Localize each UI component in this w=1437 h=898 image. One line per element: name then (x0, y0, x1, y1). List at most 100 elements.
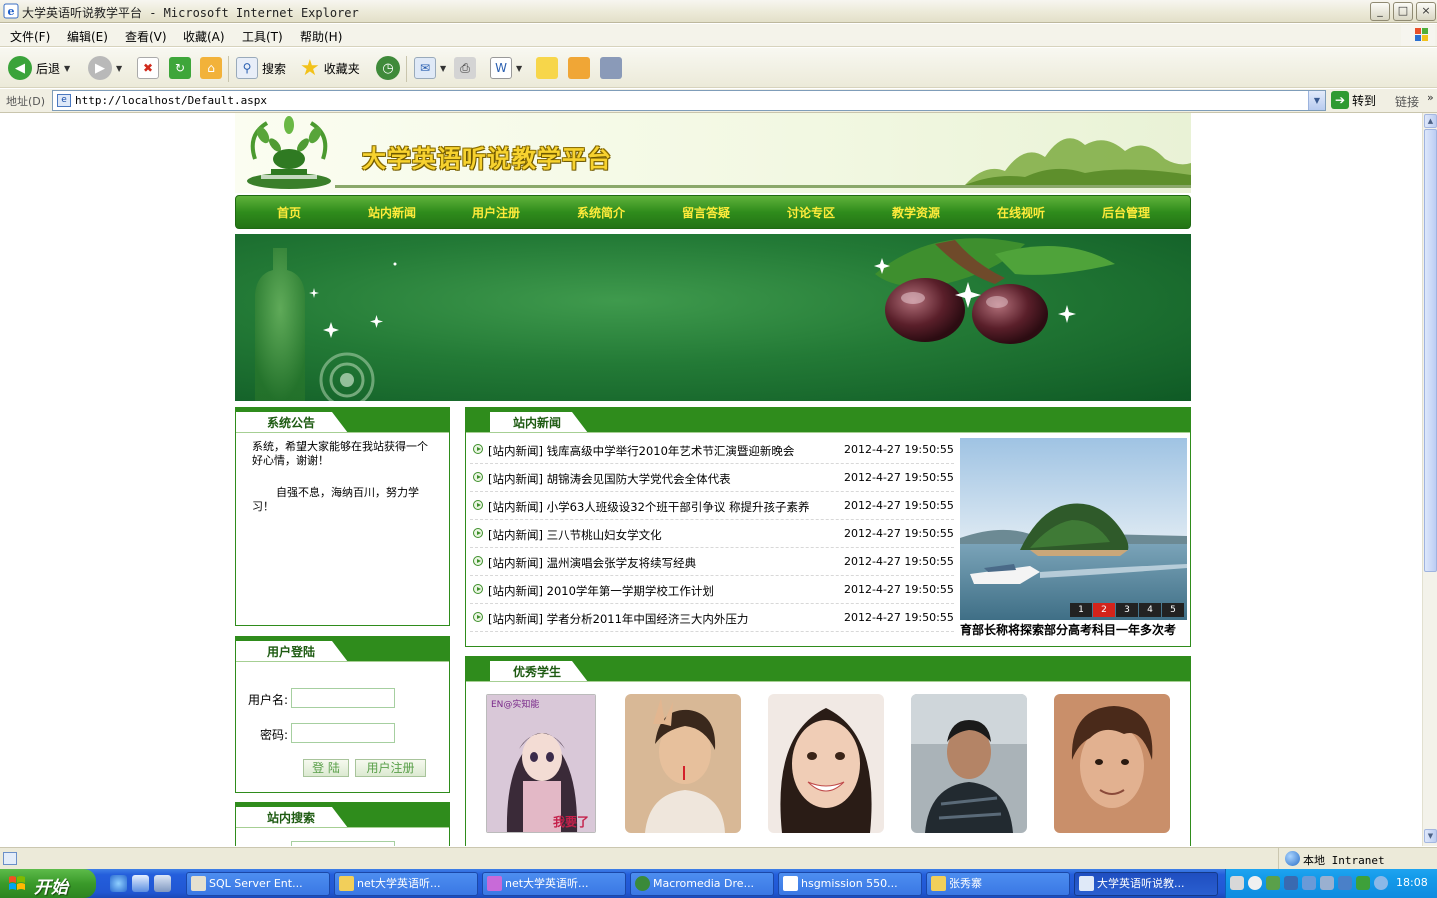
shield-icon[interactable] (1356, 876, 1370, 890)
menu-view[interactable]: 查看(V) (125, 28, 167, 45)
register-button[interactable]: 用户注册 (355, 759, 426, 777)
vertical-scrollbar[interactable]: ▲ ▼ (1422, 113, 1437, 846)
chevron-left-icon[interactable] (1248, 876, 1262, 890)
menu-help[interactable]: 帮助(H) (300, 28, 342, 45)
back-dropdown-icon[interactable]: ▼ (64, 64, 70, 73)
chevron-right-icon[interactable]: » (1427, 91, 1434, 104)
back-button[interactable]: ◀ 后退 ▼ (8, 54, 70, 82)
news-item[interactable]: [站内新闻] 温州演唱会张学友将续写经典 2012-4-27 19:50:55 (470, 548, 954, 576)
edit-button[interactable]: W ▼ (490, 54, 522, 82)
task-label: SQL Server Ent... (209, 877, 303, 890)
student-photo[interactable] (1054, 694, 1170, 833)
news-item[interactable]: [站内新闻] 胡锦涛会见国防大学党代会全体代表 2012-4-27 19:50:5… (470, 464, 954, 492)
news-item[interactable]: [站内新闻] 钱库高级中学举行2010年艺术节汇演暨迎新晚会 2012-4-27 … (470, 436, 954, 464)
news-item-title[interactable]: [站内新闻] 2010学年第一学期学校工作计划 (488, 583, 714, 599)
task-document[interactable]: hsgmission 550... (778, 872, 922, 896)
news-item-title[interactable]: [站内新闻] 三八节桃山妇女学文化 (488, 527, 662, 543)
student-photo[interactable]: EN@实知能 我要了 (486, 694, 596, 833)
slideshow-page-3[interactable]: 3 (1116, 603, 1138, 617)
news-slideshow[interactable]: 1 2 3 4 5 (960, 438, 1187, 620)
discuss-button[interactable] (536, 54, 558, 82)
task-zhang[interactable]: 张秀寨 (926, 872, 1070, 896)
nav-media[interactable]: 在线视听 (997, 204, 1045, 221)
slideshow-caption[interactable]: 育部长称将探索部分高考科目一年多次考 (960, 621, 1187, 637)
nav-about[interactable]: 系统简介 (577, 204, 625, 221)
address-dropdown-icon[interactable]: ▼ (1308, 91, 1325, 110)
mail-dropdown-icon[interactable]: ▼ (440, 64, 446, 73)
menu-file[interactable]: 文件(F) (10, 28, 50, 45)
keyboard-icon[interactable] (1230, 876, 1244, 890)
note-icon (536, 57, 558, 79)
news-item-title[interactable]: [站内新闻] 学者分析2011年中国经济三大内外压力 (488, 611, 748, 627)
tray-app-icon[interactable] (1266, 876, 1280, 890)
research-button[interactable] (568, 54, 590, 82)
task-sqlserver[interactable]: SQL Server Ent... (186, 872, 330, 896)
menu-edit[interactable]: 编辑(E) (67, 28, 108, 45)
stop-button[interactable]: ✖ (137, 54, 159, 82)
edit-dropdown-icon[interactable]: ▼ (516, 64, 522, 73)
nav-admin[interactable]: 后台管理 (1102, 204, 1150, 221)
username-input[interactable] (291, 688, 395, 708)
refresh-button[interactable]: ↻ (169, 54, 191, 82)
nav-news[interactable]: 站内新闻 (368, 204, 416, 221)
address-input[interactable]: e http://localhost/Default.aspx ▼ (52, 90, 1326, 111)
print-button[interactable]: ⎙ (454, 54, 476, 82)
tray-app-icon[interactable] (1320, 876, 1334, 890)
news-item-title[interactable]: [站内新闻] 小学63人班级设32个班干部引争议 称提升孩子素养 (488, 499, 810, 515)
start-button[interactable]: 开始 (0, 869, 96, 898)
slideshow-page-5[interactable]: 5 (1162, 603, 1184, 617)
search-button[interactable]: ⚲ 搜索 (236, 54, 286, 82)
nav-register[interactable]: 用户注册 (472, 204, 520, 221)
news-item[interactable]: [站内新闻] 小学63人班级设32个班干部引争议 称提升孩子素养 2012-4-2… (470, 492, 954, 520)
close-button[interactable]: × (1416, 2, 1436, 21)
maximize-button[interactable]: □ (1393, 2, 1413, 21)
quicklaunch-ie-icon[interactable] (110, 875, 127, 892)
news-item-title[interactable]: [站内新闻] 胡锦涛会见国防大学党代会全体代表 (488, 471, 731, 487)
address-url[interactable]: http://localhost/Default.aspx (75, 94, 267, 107)
scrollbar-thumb[interactable] (1424, 129, 1437, 572)
nav-forum[interactable]: 讨论专区 (787, 204, 835, 221)
menu-favorites[interactable]: 收藏(A) (183, 28, 225, 45)
favorites-button[interactable]: ★ 收藏夹 (300, 54, 360, 82)
news-item-title[interactable]: [站内新闻] 温州演唱会张学友将续写经典 (488, 555, 696, 571)
go-button[interactable]: ➔ 转到 (1331, 91, 1376, 109)
quicklaunch-desktop-icon[interactable] (154, 875, 171, 892)
student-photo[interactable] (768, 694, 884, 833)
news-item-title[interactable]: [站内新闻] 钱库高级中学举行2010年艺术节汇演暨迎新晚会 (488, 443, 794, 459)
news-item[interactable]: [站内新闻] 学者分析2011年中国经济三大内外压力 2012-4-27 19:5… (470, 604, 954, 632)
home-button[interactable]: ⌂ (200, 54, 222, 82)
slideshow-page-2[interactable]: 2 (1093, 603, 1115, 617)
nav-guestbook[interactable]: 留言答疑 (682, 204, 730, 221)
nav-home[interactable]: 首页 (277, 204, 301, 221)
messenger-button[interactable] (600, 54, 622, 82)
scroll-down-icon[interactable]: ▼ (1424, 829, 1437, 843)
history-button[interactable]: ◷ (376, 54, 400, 82)
password-input[interactable] (291, 723, 395, 743)
news-item[interactable]: [站内新闻] 2010学年第一学期学校工作计划 2012-4-27 19:50:5… (470, 576, 954, 604)
tray-app-icon[interactable] (1302, 876, 1316, 890)
tray-app-icon[interactable] (1338, 876, 1352, 890)
task-vs[interactable]: net大学英语听... (482, 872, 626, 896)
forward-dropdown-icon[interactable]: ▼ (116, 64, 122, 73)
slideshow-page-4[interactable]: 4 (1139, 603, 1161, 617)
site-search-input[interactable] (291, 841, 395, 846)
news-item[interactable]: [站内新闻] 三八节桃山妇女学文化 2012-4-27 19:50:55 (470, 520, 954, 548)
slideshow-page-1[interactable]: 1 (1070, 603, 1092, 617)
scroll-up-icon[interactable]: ▲ (1424, 114, 1437, 128)
nav-resources[interactable]: 教学资源 (892, 204, 940, 221)
minimize-button[interactable]: _ (1370, 2, 1390, 21)
mail-button[interactable]: ✉ ▼ (414, 54, 446, 82)
student-photo[interactable] (625, 694, 741, 833)
network-icon[interactable] (1374, 876, 1388, 890)
menu-tools[interactable]: 工具(T) (242, 28, 283, 45)
tray-app-icon[interactable] (1284, 876, 1298, 890)
student-photo[interactable] (911, 694, 1027, 833)
task-dreamweaver[interactable]: Macromedia Dre... (630, 872, 774, 896)
login-button[interactable]: 登 陆 (303, 759, 349, 777)
security-zone: 本地 Intranet (1278, 848, 1437, 870)
forward-button[interactable]: ▶ ▼ (88, 54, 122, 82)
task-folder[interactable]: net大学英语听... (334, 872, 478, 896)
links-button[interactable]: 链接 (1395, 93, 1419, 110)
quicklaunch-outlook-icon[interactable] (132, 875, 149, 892)
task-ie-active[interactable]: 大学英语听说教... (1074, 872, 1218, 896)
